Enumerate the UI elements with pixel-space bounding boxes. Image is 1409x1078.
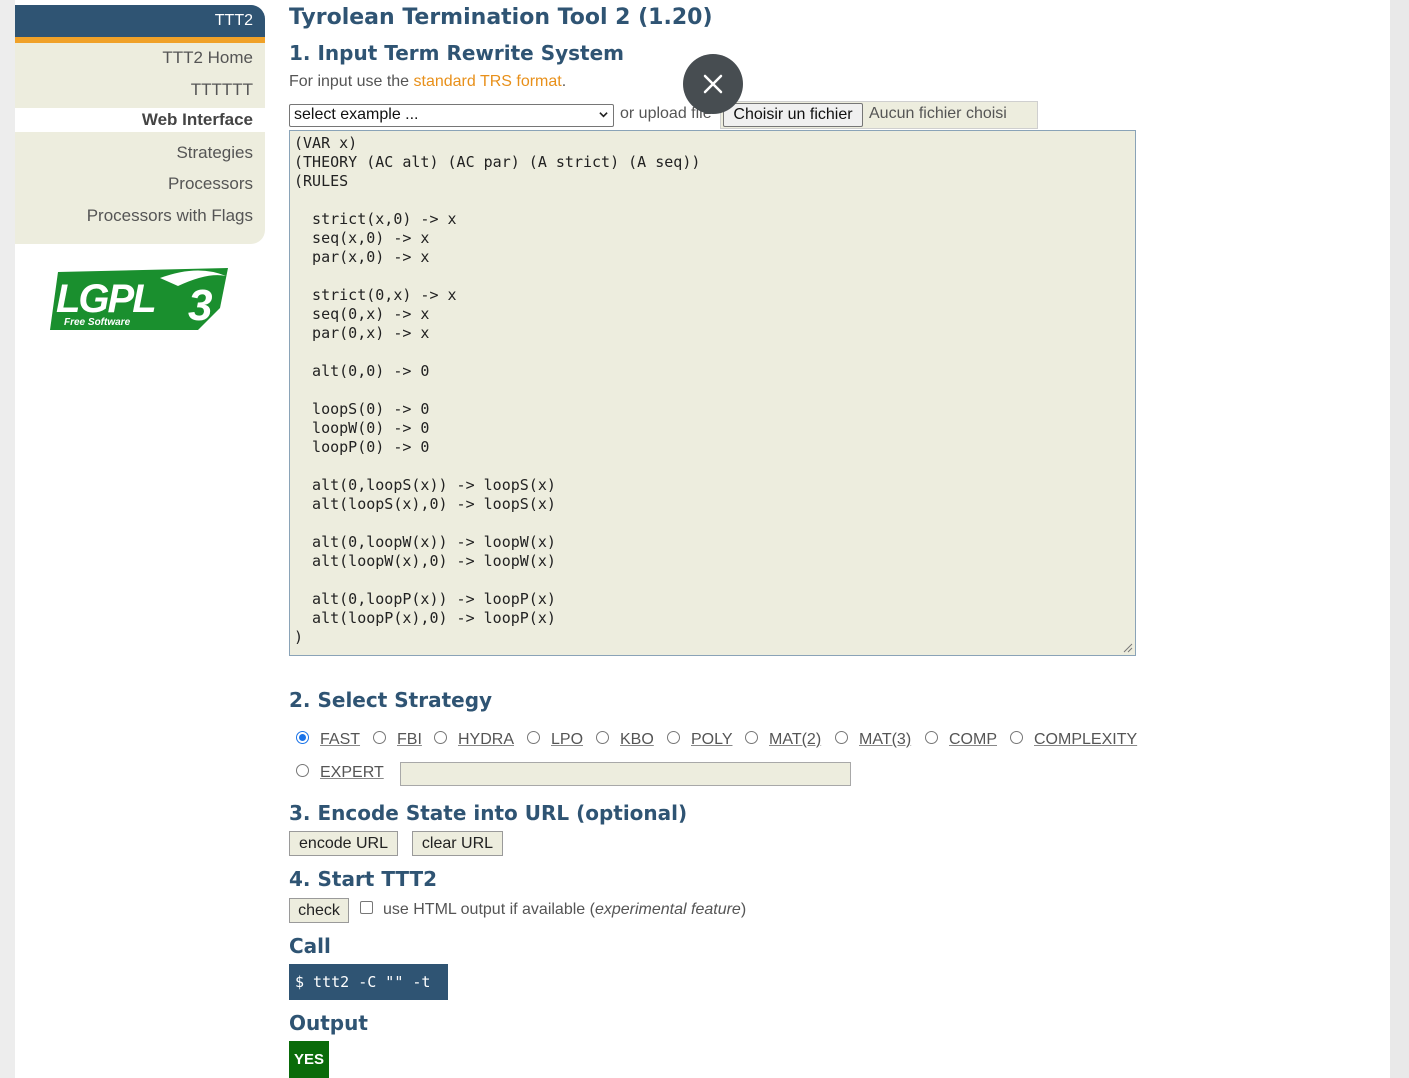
strategy-radio-fast[interactable]: [296, 731, 309, 744]
sidebar-item-processors-with-flags[interactable]: Processors with Flags: [87, 206, 253, 226]
intro-prefix: For input use the: [289, 73, 414, 90]
chevron-down-icon: [599, 112, 608, 118]
lgpl-subtext: Free Software: [64, 317, 131, 328]
clear-url-button[interactable]: clear URL: [412, 831, 503, 856]
section-encode-heading: 3. Encode State into URL (optional): [289, 801, 688, 825]
call-command: $ ttt2 -C "" -t: [289, 964, 448, 1000]
strategy-radio-mat3[interactable]: [835, 731, 848, 744]
strategy-label-mat3[interactable]: MAT(3): [859, 731, 911, 749]
trs-format-link[interactable]: standard TRS format: [414, 73, 562, 90]
strategy-radio-mat2[interactable]: [745, 731, 758, 744]
sidebar-header[interactable]: TTT2: [15, 5, 265, 43]
strategy-label-poly[interactable]: POLY: [691, 731, 733, 749]
sidebar-item-tttttt[interactable]: TTTTTT: [191, 80, 253, 100]
strategy-label-complexity[interactable]: COMPLEXITY: [1034, 731, 1137, 749]
sidebar-item-web-interface[interactable]: Web Interface: [15, 108, 265, 132]
call-heading: Call: [289, 934, 331, 958]
example-select-value: select example ...: [294, 106, 419, 123]
strategy-label-fbi[interactable]: FBI: [397, 731, 422, 749]
intro-suffix: .: [561, 73, 567, 90]
resize-handle-icon[interactable]: [1121, 641, 1133, 653]
sidebar-item-label[interactable]: Web Interface: [142, 110, 253, 130]
strategy-radio-kbo[interactable]: [596, 731, 609, 744]
sidebar-item-processors[interactable]: Processors: [168, 174, 253, 194]
input-intro: For input use the standard TRS format.: [289, 73, 566, 91]
section-strategy-heading: 2. Select Strategy: [289, 688, 493, 712]
strategy-label-comp[interactable]: COMP: [949, 731, 997, 749]
html-output-em: experimental feature: [594, 901, 741, 918]
page-title: Tyrolean Termination Tool 2 (1.20): [289, 5, 713, 30]
html-output-text: use HTML output if available (: [383, 901, 595, 918]
lgpl-logo-text: LGPL: [56, 277, 155, 321]
strategy-label-fast[interactable]: FAST: [320, 731, 360, 749]
choose-file-button[interactable]: Choisir un fichier: [723, 103, 863, 127]
section-start-heading: 4. Start TTT2: [289, 867, 438, 891]
file-status: Aucun fichier choisi: [869, 105, 1007, 122]
right-gutter: [1390, 0, 1409, 1078]
output-result-badge: YES: [289, 1041, 329, 1078]
trs-input-textarea[interactable]: (VAR x) (THEORY (AC alt) (AC par) (A str…: [289, 130, 1136, 656]
encode-url-button[interactable]: encode URL: [289, 831, 398, 856]
sidebar-header-label[interactable]: TTT2: [215, 12, 253, 30]
html-output-suffix: ): [740, 901, 747, 918]
html-output-checkbox[interactable]: [360, 901, 373, 914]
strategy-label-mat2[interactable]: MAT(2): [769, 731, 821, 749]
expert-strategy-input[interactable]: [400, 762, 851, 786]
sidebar-menu: TTT2 Home TTTTTT Web Interface Strategie…: [15, 43, 265, 244]
sidebar-item-strategies[interactable]: Strategies: [176, 143, 253, 163]
strategy-radio-complexity[interactable]: [1010, 731, 1023, 744]
file-upload[interactable]: Choisir un fichier Aucun fichier choisi: [720, 101, 1038, 129]
sidebar-item-ttt2-home[interactable]: TTT2 Home: [162, 48, 253, 68]
strategy-radio-hydra[interactable]: [434, 731, 447, 744]
left-gutter: [0, 0, 15, 1078]
section-input-heading: 1. Input Term Rewrite System: [289, 41, 625, 65]
html-output-label[interactable]: use HTML output if available (experiment…: [383, 901, 746, 919]
strategy-radio-lpo[interactable]: [527, 731, 540, 744]
strategy-label-lpo[interactable]: LPO: [551, 731, 583, 749]
strategy-radio-poly[interactable]: [667, 731, 680, 744]
strategy-radio-comp[interactable]: [925, 731, 938, 744]
strategy-label-kbo[interactable]: KBO: [620, 731, 654, 749]
strategy-label-hydra[interactable]: HYDRA: [458, 731, 514, 749]
strategy-radio-fbi[interactable]: [373, 731, 386, 744]
check-button[interactable]: check: [289, 898, 349, 923]
close-icon: [703, 74, 723, 94]
output-heading: Output: [289, 1011, 368, 1035]
close-overlay-button[interactable]: [683, 54, 743, 114]
lgpl-version-text: 3: [188, 281, 212, 330]
example-select[interactable]: select example ...: [289, 104, 614, 127]
strategy-label-expert[interactable]: EXPERT: [320, 764, 384, 782]
strategy-radio-expert[interactable]: [296, 764, 309, 777]
lgpl-logo[interactable]: LGPL 3 Free Software: [48, 268, 234, 339]
